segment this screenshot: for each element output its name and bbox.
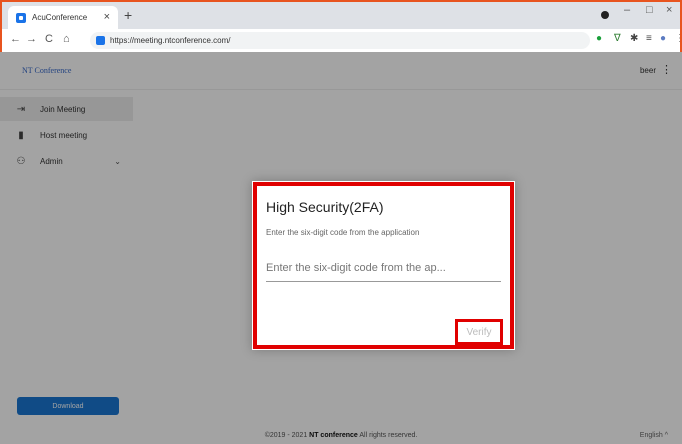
address-bar[interactable]: https://meeting.ntconference.com/ [90,32,590,49]
tab-title: AcuConference [32,13,88,22]
dialog-subtitle: Enter the six-digit code from the applic… [266,228,420,237]
tab-strip: AcuConference × + – □ × [2,2,680,29]
profile-dot-icon[interactable] [601,11,609,19]
url-text: https://meeting.ntconference.com/ [110,36,231,45]
browser-toolbar: ← → C ⌂ https://meeting.ntconference.com… [2,29,680,53]
minimize-button[interactable]: – [624,4,630,16]
maximize-button[interactable]: □ [646,4,653,16]
site-info-icon[interactable] [96,36,105,45]
reload-icon[interactable]: C [45,33,53,45]
extension-green-icon[interactable]: ● [596,33,602,44]
dialog-title: High Security(2FA) [266,199,384,215]
site-favicon-icon [16,12,26,23]
extensions-puzzle-icon[interactable]: ✱ [630,33,638,44]
new-tab-button[interactable]: + [124,7,132,23]
code-input[interactable] [266,254,501,282]
tab-close-icon[interactable]: × [104,11,110,23]
browser-tab[interactable]: AcuConference × [8,6,118,29]
reading-list-icon[interactable]: ≡ [646,33,652,44]
verify-button[interactable]: Verify [455,319,503,345]
forward-icon[interactable]: → [26,33,37,45]
avatar-icon[interactable]: ● [660,33,666,44]
back-icon[interactable]: ← [10,33,21,45]
close-window-button[interactable]: × [666,4,672,16]
two-factor-dialog: High Security(2FA) Enter the six-digit c… [252,181,515,350]
browser-menu-icon[interactable]: ⋮ [675,33,680,44]
home-icon[interactable]: ⌂ [63,33,70,45]
extension-shield-icon[interactable]: ∇ [614,33,621,44]
